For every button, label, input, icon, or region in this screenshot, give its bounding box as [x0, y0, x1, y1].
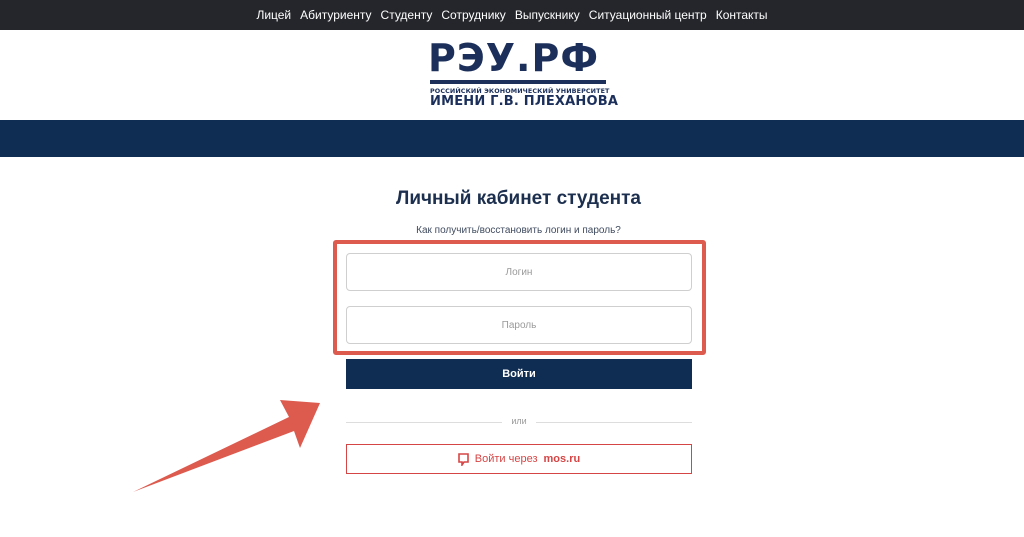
mos-login-brand: mos.ru — [543, 453, 581, 465]
nav-item-employee[interactable]: Сотруднику — [441, 8, 505, 22]
login-button[interactable]: Войти — [346, 359, 692, 389]
nav-item-contacts[interactable]: Контакты — [716, 8, 768, 22]
mos-login-prefix: Войти через — [474, 453, 538, 465]
header-banner — [0, 120, 1024, 157]
divider-text: или — [511, 416, 527, 426]
divider-line-right — [536, 422, 692, 423]
login-input[interactable] — [346, 253, 692, 291]
mos-ru-icon — [457, 452, 469, 466]
page-title: Личный кабинет студента — [396, 188, 641, 209]
recover-credentials-link[interactable]: Как получить/восстановить логин и пароль… — [0, 225, 1024, 236]
nav-item-lyceum[interactable]: Лицей — [256, 8, 291, 22]
logo-main-text: РЭУ.РФ — [428, 36, 600, 80]
nav-item-situation-center[interactable]: Ситуационный центр — [589, 8, 707, 22]
university-logo[interactable]: РЭУ.РФ РОССИЙСКИЙ ЭКОНОМИЧЕСКИЙ УНИВЕРСИ… — [428, 36, 619, 110]
logo-subtitle-line2: ИМЕНИ Г.В. ПЛЕХАНОВА — [430, 94, 619, 109]
mos-login-button[interactable]: Войти через mos.ru — [346, 444, 692, 474]
logo-rule — [430, 80, 606, 84]
nav-item-graduate[interactable]: Выпускнику — [515, 8, 580, 22]
nav-item-applicant[interactable]: Абитуриенту — [300, 8, 371, 22]
top-navigation: Лицей Абитуриенту Студенту Сотруднику Вы… — [0, 0, 1024, 30]
nav-item-student[interactable]: Студенту — [381, 8, 433, 22]
password-input[interactable] — [346, 306, 692, 344]
divider-line-left — [346, 422, 502, 423]
